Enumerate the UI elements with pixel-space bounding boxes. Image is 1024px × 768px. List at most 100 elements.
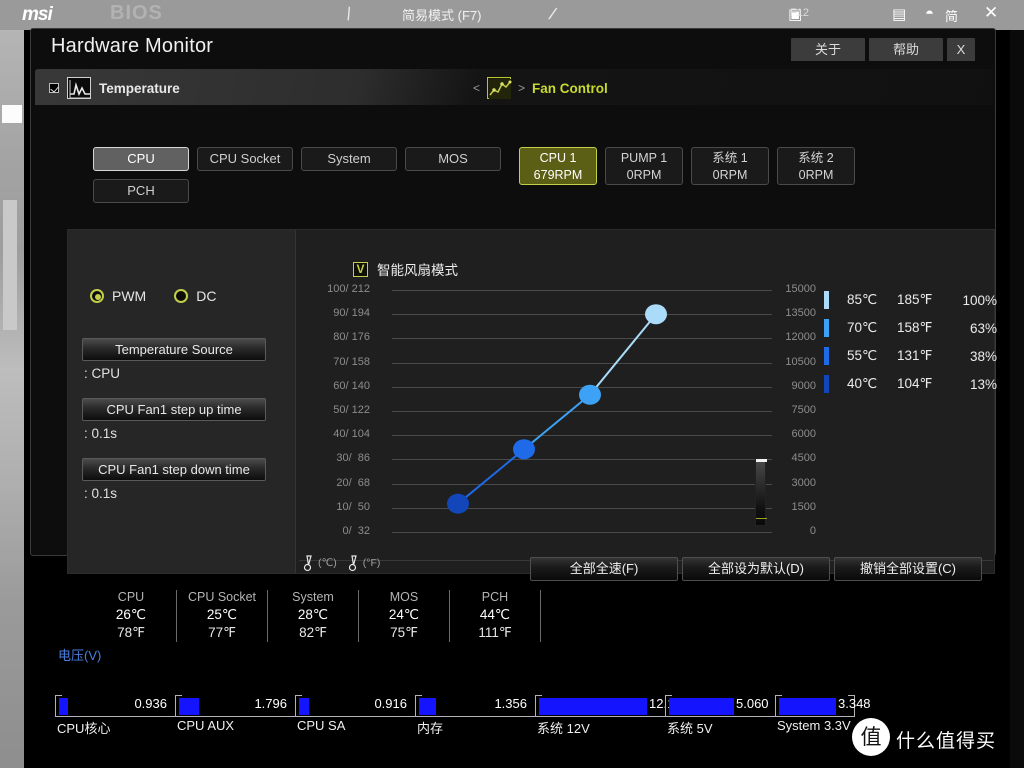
- fan-curve-point-0[interactable]: [447, 493, 469, 514]
- legend-color-swatch: [824, 291, 829, 309]
- fan-cpu1-rpm: 679RPM: [533, 168, 583, 182]
- sel-system[interactable]: System: [301, 147, 397, 171]
- chevron-right-icon[interactable]: >: [518, 81, 525, 95]
- temperature-readout: MOS 24℃ 75℉: [359, 588, 449, 642]
- fan-curve-svg[interactable]: [296, 282, 816, 562]
- field-temperature-source-head[interactable]: Temperature Source: [82, 338, 266, 361]
- bell-icon[interactable]: ◓: [925, 5, 934, 22]
- legend-celsius: 70℃: [847, 320, 878, 335]
- legend-duty-percent: 38%: [969, 348, 997, 364]
- voltage-rail-name: CPU核心: [57, 721, 111, 736]
- legend-fahrenheit: 104℉: [897, 376, 933, 391]
- fan-curve-point-3[interactable]: [645, 304, 667, 325]
- temperature-readout-name: MOS: [389, 590, 419, 604]
- temperature-separator: [540, 590, 541, 642]
- temperature-readout-celsius: 28℃: [297, 607, 329, 622]
- fan-sys2[interactable]: 系统 2 0RPM: [777, 147, 855, 185]
- fan-cpu1[interactable]: CPU 1 679RPM: [519, 147, 597, 185]
- bios-board-name: BIOS: [110, 2, 163, 24]
- fan-pump1-name: PUMP 1: [620, 151, 668, 165]
- temperature-readout: CPU 26℃ 78℉: [86, 588, 176, 642]
- temperature-readout-name: System: [292, 590, 334, 604]
- close-button[interactable]: X: [947, 38, 975, 61]
- legend-celsius: 55℃: [847, 348, 878, 363]
- fan-curve-segment: [589, 313, 657, 396]
- voltage-bar-fill: [59, 698, 68, 715]
- sel-pch[interactable]: PCH: [93, 179, 189, 203]
- voltage-value: 0.936: [134, 696, 167, 711]
- field-step-down-time-head[interactable]: CPU Fan1 step down time: [82, 458, 266, 481]
- fan-curve-point-1[interactable]: [513, 439, 535, 460]
- voltage-bar-fill: [669, 698, 734, 715]
- voltage-bar-fill: [419, 698, 436, 715]
- temperature-readout-celsius: 26℃: [115, 607, 147, 622]
- fan-pump1[interactable]: PUMP 1 0RPM: [605, 147, 683, 185]
- monitor-icon[interactable]: ▤: [892, 5, 906, 23]
- voltage-item: 3.348 System 3.3V: [775, 695, 871, 737]
- sel-cpu[interactable]: CPU: [93, 147, 189, 171]
- temperature-chart-icon: [67, 77, 91, 99]
- legend-duty-percent: 63%: [969, 320, 997, 336]
- tab-bar: Temperature < > Fan Control: [35, 69, 993, 105]
- language-label[interactable]: 简: [945, 6, 958, 25]
- voltage-bracket: [665, 695, 666, 716]
- watermark-badge: 值: [852, 718, 890, 756]
- voltage-bracket: [175, 695, 176, 716]
- temperature-readout: CPU Socket 25℃ 77℉: [177, 588, 267, 642]
- voltage-rail-name: CPU SA: [297, 718, 346, 733]
- legend-row: 55℃ 131℉ 38%: [824, 342, 997, 370]
- temperature-source-selector: CPU CPU Socket System MOS PCH: [93, 147, 501, 211]
- all-full-speed-button[interactable]: 全部全速(F): [530, 557, 678, 581]
- about-button[interactable]: 关于: [791, 38, 865, 61]
- legend-fahrenheit: 158℉: [897, 320, 933, 335]
- temperature-readout-fahrenheit: 78℉: [117, 625, 145, 640]
- collapse-icon[interactable]: [49, 83, 59, 93]
- voltage-rail-name: CPU AUX: [177, 718, 235, 733]
- fan-curve-segment: [523, 394, 591, 451]
- watermark-text: 什么值得买: [896, 731, 997, 752]
- temperature-readout-celsius: 24℃: [388, 607, 420, 622]
- backdrop-chip-a: [2, 105, 22, 123]
- dc-radio[interactable]: [174, 289, 189, 303]
- undo-all-button[interactable]: 撤销全部设置(C): [834, 557, 982, 581]
- legend-fahrenheit: 131℉: [897, 348, 933, 363]
- window-button-group: 关于 帮助 X: [791, 38, 975, 61]
- temperature-source-row-1: CPU CPU Socket System MOS: [93, 147, 501, 171]
- voltage-bracket: [775, 695, 776, 716]
- pwm-radio[interactable]: [90, 289, 104, 303]
- voltage-bars: 0.936 CPU核心 1.796 CPU AUX 0.916 CPU SA 1.356 内存…: [55, 695, 871, 737]
- field-step-up-time-head[interactable]: CPU Fan1 step up time: [82, 398, 266, 421]
- tab-temperature[interactable]: Temperature: [49, 77, 180, 99]
- fan-curve-point-2[interactable]: [579, 384, 601, 405]
- fan-sys1[interactable]: 系统 1 0RPM: [691, 147, 769, 185]
- ez-mode-label[interactable]: 简易模式 (F7): [402, 5, 481, 24]
- voltage-bracket-tick: [415, 695, 422, 696]
- fan-curve-graph: V 智能风扇模式 100/ 212 15000 90/ 194 13500 80/ 17…: [296, 230, 997, 573]
- field-step-down-time-value: : 0.1s: [84, 486, 118, 501]
- field-step-down-time: CPU Fan1 step down time : 0.1s: [82, 458, 266, 501]
- field-step-up-time-value: : 0.1s: [84, 426, 118, 441]
- voltage-rail-name: 系统 5V: [667, 721, 713, 736]
- voltage-bracket-tick: [535, 695, 542, 696]
- sel-cpu-socket[interactable]: CPU Socket: [197, 147, 293, 171]
- bios-right-backdrop: [1010, 30, 1024, 768]
- temperature-readout-name: PCH: [481, 590, 509, 604]
- legend-celsius: 40℃: [847, 376, 878, 391]
- tab-fan-control[interactable]: < > Fan Control: [473, 77, 608, 99]
- voltage-bar-fill: [539, 698, 647, 715]
- unit-fahrenheit-label: (°F): [362, 557, 381, 569]
- voltage-bracket-tick: [175, 695, 182, 696]
- smart-fan-mode-checkbox[interactable]: V 智能风扇模式: [353, 259, 458, 279]
- voltage-section-title: 电压(V): [58, 648, 102, 663]
- chevron-left-icon[interactable]: <: [473, 81, 480, 95]
- checkmark-icon[interactable]: V: [353, 261, 368, 277]
- all-default-button[interactable]: 全部设为默认(D): [682, 557, 830, 581]
- help-button[interactable]: 帮助: [869, 38, 943, 61]
- voltage-item: 1.356 内存: [415, 695, 535, 737]
- tab-fan-control-label: Fan Control: [532, 80, 608, 96]
- temperature-readout-fahrenheit: 77℉: [208, 625, 236, 640]
- fan-selector: CPU 1 679RPM PUMP 1 0RPM 系统 1 0RPM 系统 2 …: [519, 147, 855, 185]
- voltage-bracket-tick: [665, 695, 672, 696]
- bios-close-icon[interactable]: ✕: [984, 3, 998, 23]
- sel-mos[interactable]: MOS: [405, 147, 501, 171]
